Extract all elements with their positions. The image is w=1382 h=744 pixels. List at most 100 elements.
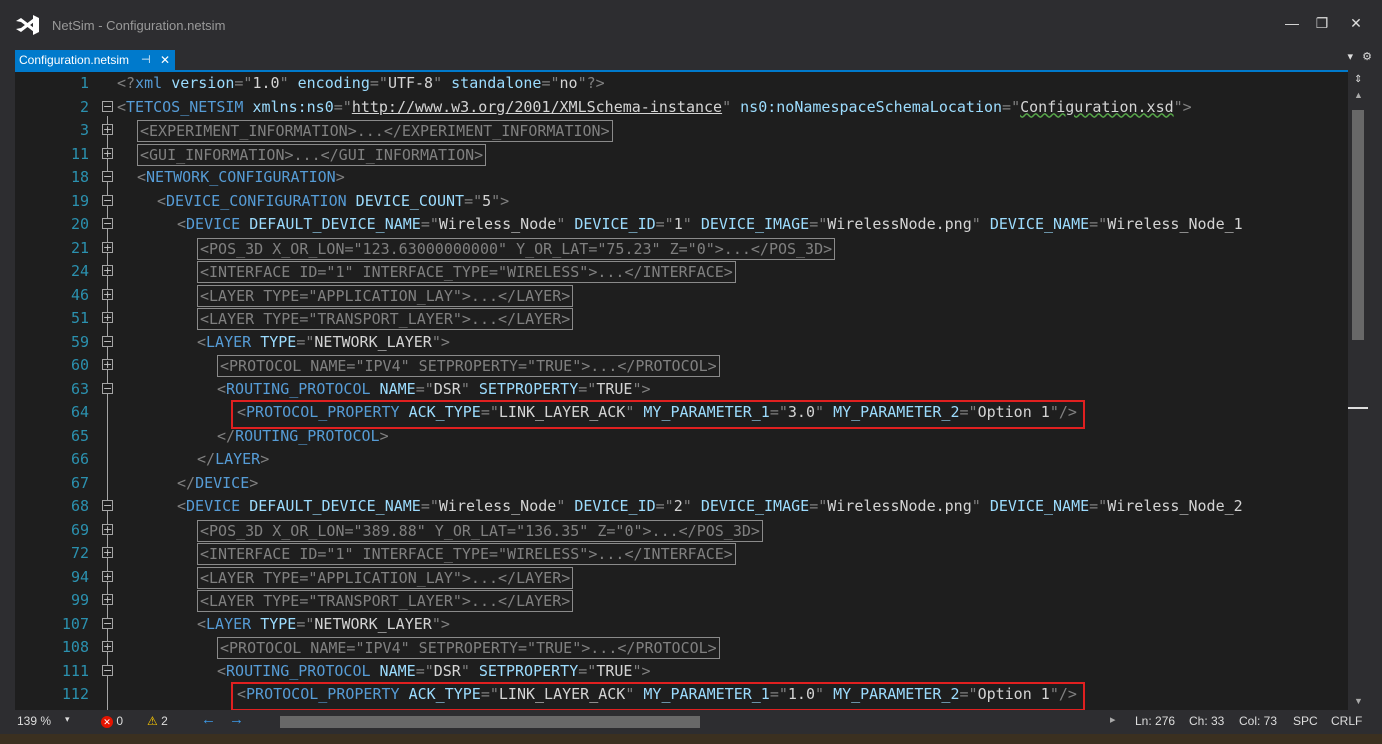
line-number: 3 — [79, 121, 89, 139]
close-window-button[interactable]: ✕ — [1342, 12, 1370, 34]
navigate-back-icon[interactable]: ← — [201, 711, 216, 728]
collapsed-region[interactable]: <LAYER TYPE="APPLICATION_LAY">...</LAYER… — [197, 284, 574, 307]
expand-icon[interactable]: + — [102, 312, 113, 323]
code-line[interactable]: 51 + <LAYER TYPE="TRANSPORT_LAYER">...</LA… — [15, 307, 1348, 330]
collapsed-region[interactable]: <LAYER TYPE="TRANSPORT_LAYER">...</LAYER… — [197, 590, 574, 612]
collapse-icon[interactable]: − — [102, 100, 113, 112]
vertical-scrollbar[interactable]: ⇕ ▲ ▼ — [1348, 70, 1368, 710]
error-count[interactable]: ✕ 0 — [101, 714, 123, 728]
code-line[interactable]: 24 + <INTERFACE ID="1" INTERFACE_TYPE="WIR… — [15, 260, 1348, 283]
token: 2 — [673, 497, 683, 515]
expand-icon[interactable]: + — [102, 570, 113, 582]
vertical-scroll-thumb[interactable] — [1352, 110, 1364, 340]
code-line[interactable]: 59 − <LAYER TYPE="NETWORK_LAYER"> — [15, 331, 1348, 354]
token: version — [171, 74, 235, 92]
collapsed-region[interactable]: <LAYER TYPE="TRANSPORT_LAYER">...</LAYER… — [197, 308, 574, 330]
collapsed-region[interactable]: <POS_3D X_OR_LON="123.63000000000" Y_OR_… — [197, 237, 836, 260]
token: " — [279, 74, 298, 92]
expand-icon[interactable]: + — [102, 523, 113, 535]
token: =" — [541, 74, 560, 92]
code-line[interactable]: 99 + <LAYER TYPE="TRANSPORT_LAYER">...</LA… — [15, 589, 1348, 612]
token: <LAYER TYPE="APPLICATION_LAY">...</LAYER… — [200, 286, 571, 305]
horizontal-scrollbar[interactable]: ▸ — [270, 713, 1125, 728]
token: standalone — [451, 74, 542, 92]
code-line[interactable]: 63− <ROUTING_PROTOCOL NAME="DSR" SETPROPE… — [15, 378, 1348, 401]
horizontal-scroll-thumb[interactable] — [280, 716, 700, 728]
expand-icon[interactable]: + — [102, 241, 113, 253]
scroll-down-icon[interactable]: ▼ — [1354, 696, 1363, 706]
token: <LAYER TYPE="APPLICATION_LAY">...</LAYER… — [200, 568, 571, 587]
restore-button[interactable]: ❐ — [1308, 12, 1336, 34]
collapse-icon[interactable]: − — [102, 335, 113, 347]
collapsed-region[interactable]: <LAYER TYPE="APPLICATION_LAY">...</LAYER… — [197, 566, 574, 589]
split-icon[interactable]: ⇕ — [1354, 74, 1362, 85]
code-line[interactable]: 21 + <POS_3D X_OR_LON="123.63000000000" Y_… — [15, 237, 1348, 260]
expand-icon[interactable]: + — [102, 641, 113, 652]
line-number: 46 — [70, 285, 89, 304]
line-number: 94 — [70, 567, 89, 586]
expand-icon[interactable]: + — [102, 547, 113, 558]
token: <POS_3D X_OR_LON="123.63000000000" Y_OR_… — [200, 239, 833, 258]
token: =" — [655, 497, 674, 515]
code-line[interactable]: 107 − <LAYER TYPE="NETWORK_LAYER"> — [15, 613, 1348, 636]
token: Configuration.xsd — [1020, 97, 1174, 116]
code-line[interactable]: 66 </LAYER> — [15, 448, 1348, 471]
code-line[interactable]: 1 <?xml version="1.0" encoding="UTF-8" st… — [15, 72, 1348, 95]
expand-icon[interactable]: + — [102, 359, 113, 370]
code-text: <LAYER TYPE="NETWORK_LAYER"> — [197, 613, 450, 636]
zoom-level[interactable]: 139 % — [17, 714, 51, 728]
pin-icon[interactable]: ⊣ — [141, 50, 151, 70]
scroll-up-icon[interactable]: ▲ — [1354, 90, 1363, 100]
collapsed-region[interactable]: <PROTOCOL NAME="IPV4" SETPROPERTY="TRUE"… — [217, 637, 720, 659]
zoom-dropdown-icon[interactable]: ▾ — [65, 714, 70, 725]
token: NETWORK_LAYER — [314, 614, 432, 633]
code-line[interactable]: 2− <TETCOS_NETSIM xmlns:ns0="http://www.w… — [15, 96, 1348, 119]
expand-icon[interactable]: + — [102, 288, 113, 300]
collapsed-region[interactable]: <POS_3D X_OR_LON="389.88" Y_OR_LAT="136.… — [197, 519, 763, 542]
code-line[interactable]: 60 + <PROTOCOL NAME="IPV4" SETPROPERTY="TR… — [15, 354, 1348, 377]
collapse-icon[interactable]: − — [102, 664, 113, 676]
code-line[interactable]: 46 + <LAYER TYPE="APPLICATION_LAY">...</LA… — [15, 284, 1348, 307]
code-line[interactable]: 20− <DEVICE DEFAULT_DEVICE_NAME="Wireless… — [15, 213, 1348, 236]
code-line[interactable]: 72 + <INTERFACE ID="1" INTERFACE_TYPE="WIR… — [15, 542, 1348, 565]
line-number: 59 — [70, 332, 89, 351]
token: < — [197, 614, 207, 633]
code-line[interactable]: 69 + <POS_3D X_OR_LON="389.88" Y_OR_LAT="1… — [15, 519, 1348, 542]
code-line[interactable]: 67 </DEVICE> — [15, 472, 1348, 495]
token[interactable]: http://www.w3.org/2001/XMLSchema-instanc… — [352, 98, 722, 116]
collapse-icon[interactable]: − — [102, 500, 113, 511]
expand-icon[interactable]: + — [102, 147, 113, 159]
collapse-icon[interactable]: − — [102, 171, 113, 182]
code-editor[interactable]: 1 <?xml version="1.0" encoding="UTF-8" st… — [15, 72, 1348, 710]
warning-count[interactable]: ⚠ 2 — [147, 714, 168, 728]
scroll-right-icon[interactable]: ▸ — [1110, 713, 1116, 726]
collapse-icon[interactable]: − — [102, 194, 113, 206]
close-tab-icon[interactable]: ✕ — [160, 50, 170, 70]
collapsed-region[interactable]: <PROTOCOL NAME="IPV4" SETPROPERTY="TRUE"… — [217, 355, 720, 377]
collapsed-region[interactable]: <INTERFACE ID="1" INTERFACE_TYPE="WIRELE… — [197, 261, 736, 283]
collapsed-region[interactable]: <INTERFACE ID="1" INTERFACE_TYPE="WIRELE… — [197, 543, 736, 565]
code-line[interactable]: 111− <ROUTING_PROTOCOL NAME="DSR" SETPROP… — [15, 660, 1348, 683]
minimize-button[interactable]: — — [1278, 12, 1306, 34]
collapse-icon[interactable]: − — [102, 218, 113, 229]
code-line[interactable]: 68− <DEVICE DEFAULT_DEVICE_NAME="Wireless… — [15, 495, 1348, 518]
line-number: 66 — [70, 450, 89, 468]
code-line[interactable]: 108 + <PROTOCOL NAME="IPV4" SETPROPERTY="T… — [15, 636, 1348, 659]
token: TRUE — [596, 379, 633, 398]
code-line[interactable]: 18 − <NETWORK_CONFIGURATION> — [15, 166, 1348, 189]
tab-dropdown-icon[interactable]: ▾ ⚙ — [1347, 50, 1372, 63]
code-line[interactable]: 94 + <LAYER TYPE="APPLICATION_LAY">...</LA… — [15, 566, 1348, 589]
code-line[interactable]: 11 + <GUI_INFORMATION>...</GUI_INFORMATION… — [15, 143, 1348, 166]
collapse-icon[interactable]: − — [102, 382, 113, 394]
code-line[interactable]: 3 + <EXPERIMENT_INFORMATION>...</EXPERIMEN… — [15, 119, 1348, 142]
collapsed-region[interactable]: <GUI_INFORMATION>...</GUI_INFORMATION> — [137, 143, 487, 166]
collapse-icon[interactable]: − — [102, 617, 113, 629]
expand-icon[interactable]: + — [102, 124, 113, 135]
token: Wireless_Node — [438, 497, 557, 515]
code-line[interactable]: 19 − <DEVICE_CONFIGURATION DEVICE_COUNT="5… — [15, 190, 1348, 213]
navigate-forward-icon[interactable]: → — [229, 711, 244, 728]
collapsed-region[interactable]: <EXPERIMENT_INFORMATION>...</EXPERIMENT_… — [137, 120, 613, 142]
expand-icon[interactable]: + — [102, 594, 113, 605]
expand-icon[interactable]: + — [102, 265, 113, 276]
tab-configuration-netsim[interactable]: Configuration.netsim ⊣ ✕ — [15, 50, 175, 70]
